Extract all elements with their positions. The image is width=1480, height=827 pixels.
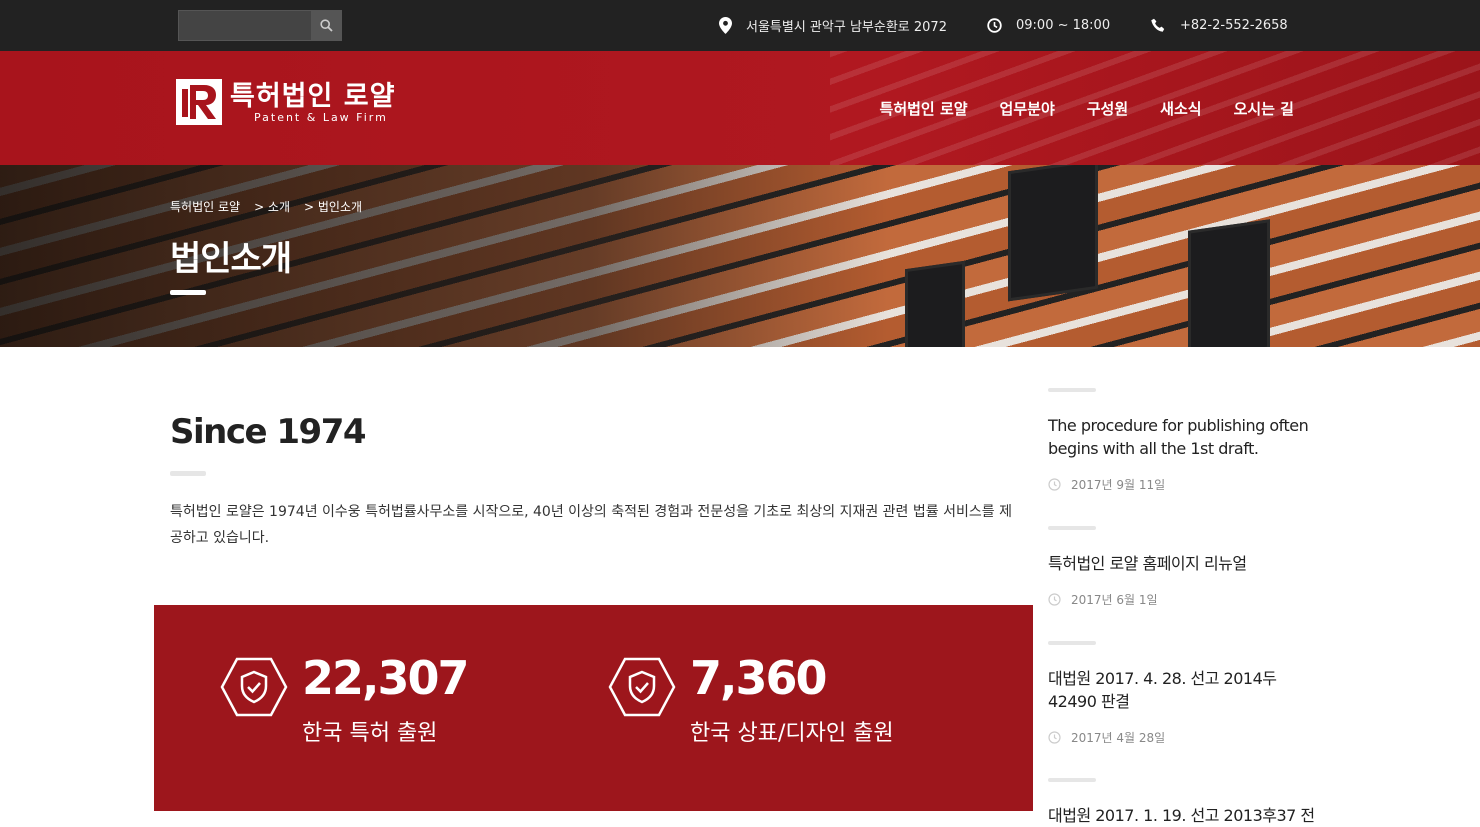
breadcrumb-home[interactable]: 특허법인 로얄 (170, 198, 240, 215)
address-info: 서울특별시 관악구 남부순환로 2072 (719, 0, 947, 51)
clock-icon (1048, 593, 1061, 606)
top-bar: 서울특별시 관악구 남부순환로 2072 09:00 ~ 18:00 +82-2… (0, 0, 1480, 51)
intro-paragraph: 특허법인 로얄은 1974년 이수웅 특허법률사무소를 시작으로, 40년 이상… (170, 504, 1012, 546)
news-item-date: 2017년 9월 11일 (1048, 476, 1318, 493)
shield-check-icon (220, 657, 288, 717)
news-item-date-text: 2017년 4월 28일 (1071, 731, 1166, 745)
banner-window (1188, 219, 1270, 347)
news-item-divider (1048, 778, 1096, 782)
news-item-date-text: 2017년 9월 11일 (1071, 478, 1166, 492)
stat-patents: 22,307 한국 특허 출원 (220, 651, 470, 747)
search-box (178, 10, 342, 41)
banner-window (905, 260, 965, 347)
news-item-divider (1048, 641, 1096, 645)
news-item-title[interactable]: 대법원 2017. 4. 28. 선고 2014두 42490 판결 (1048, 667, 1318, 713)
stat-number: 7,360 (690, 651, 828, 705)
news-item-title[interactable]: The procedure for publishing often begin… (1048, 414, 1318, 460)
map-pin-icon (719, 17, 732, 34)
logo-text: 특허법인 로얄 Patent & Law Firm (230, 81, 395, 124)
stat-label: 한국 특허 출원 (302, 721, 438, 746)
section-heading: Since 1974 (170, 412, 367, 452)
title-underline (170, 290, 206, 295)
phone-text[interactable]: +82-2-552-2658 (1180, 18, 1288, 33)
phone-icon (1151, 18, 1165, 32)
page-banner: 특허법인 로얄 > 소개 > 법인소개 법인소개 (0, 165, 1480, 347)
news-item-date: 2017년 4월 28일 (1048, 729, 1318, 746)
search-input[interactable] (179, 11, 313, 40)
breadcrumb: 특허법인 로얄 > 소개 > 법인소개 (170, 198, 362, 215)
breadcrumb-current: > 법인소개 (304, 200, 363, 214)
breadcrumb-section[interactable]: > 소개 (254, 198, 290, 215)
news-item-date-text: 2017년 6월 1일 (1071, 593, 1158, 607)
phone-info: +82-2-552-2658 (1151, 0, 1288, 51)
nav-item-practice-areas[interactable]: 업무분야 (1000, 98, 1055, 119)
nav-item-news[interactable]: 새소식 (1160, 98, 1201, 119)
clock-icon (987, 18, 1002, 33)
logo-subtitle: Patent & Law Firm (254, 110, 388, 124)
news-item-date: 2017년 6월 1일 (1048, 591, 1318, 608)
search-button[interactable] (311, 11, 341, 40)
shield-check-icon (608, 657, 676, 717)
stat-label: 한국 상표/디자인 출원 (690, 721, 894, 746)
stat-trademarks: 7,360 한국 상표/디자인 출원 (608, 651, 894, 747)
news-item: 대법원 2017. 4. 28. 선고 2014두 42490 판결 2017년… (1048, 641, 1318, 746)
page-title: 법인소개 (170, 239, 292, 279)
news-item: 대법원 2017. 1. 19. 선고 2013후37 전 (1048, 778, 1318, 827)
hours-info: 09:00 ~ 18:00 (987, 0, 1110, 51)
address-text: 서울특별시 관악구 남부순환로 2072 (746, 20, 947, 35)
logo-mark-icon (176, 79, 222, 125)
stats-panel: 22,307 한국 특허 출원 7,360 한국 상표/디자인 출원 (154, 605, 1033, 811)
nav-item-about[interactable]: 특허법인 로얄 (880, 98, 968, 119)
main-nav: 특허법인 로얄 업무분야 구성원 새소식 오시는 길 (848, 51, 1294, 165)
heading-underline (170, 471, 206, 476)
news-item-title[interactable]: 특허법인 로얄 홈페이지 리뉴얼 (1048, 552, 1318, 575)
clock-icon (1048, 478, 1061, 491)
banner-window (1008, 165, 1098, 302)
news-item-divider (1048, 388, 1096, 392)
site-logo[interactable]: 특허법인 로얄 Patent & Law Firm (176, 79, 395, 125)
stat-number: 22,307 (302, 651, 470, 705)
site-header: 특허법인 로얄 Patent & Law Firm 특허법인 로얄 업무분야 구… (0, 51, 1480, 165)
hours-text: 09:00 ~ 18:00 (1016, 18, 1111, 33)
search-icon (319, 19, 333, 32)
nav-item-directions[interactable]: 오시는 길 (1234, 98, 1294, 119)
logo-name: 특허법인 로얄 (230, 80, 396, 112)
clock-icon (1048, 731, 1061, 744)
news-item-divider (1048, 526, 1096, 530)
news-item-title[interactable]: 대법원 2017. 1. 19. 선고 2013후37 전 (1048, 804, 1318, 827)
news-item: 특허법인 로얄 홈페이지 리뉴얼 2017년 6월 1일 (1048, 526, 1318, 608)
news-item: The procedure for publishing often begin… (1048, 388, 1318, 493)
nav-item-members[interactable]: 구성원 (1087, 98, 1128, 119)
